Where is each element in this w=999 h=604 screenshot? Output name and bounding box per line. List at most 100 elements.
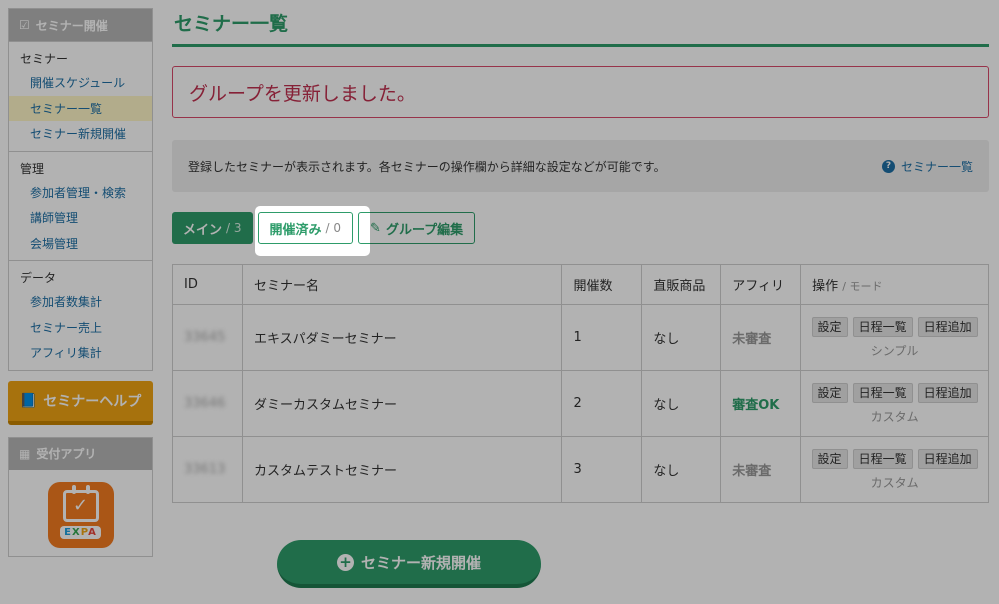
seminar-name-cell: カスタムテストセミナー <box>241 436 563 503</box>
column-header: セミナー名 <box>241 264 563 305</box>
info-bar: 登録したセミナーが表示されます。各セミナーの操作欄から詳細な設定などが可能です。… <box>172 140 989 192</box>
seminar-product-cell: なし <box>641 436 722 503</box>
info-text: 登録したセミナーが表示されます。各セミナーの操作欄から詳細な設定などが可能です。 <box>188 159 666 174</box>
logo-letter: P <box>80 527 89 538</box>
seminar-mode: シンプル <box>870 343 919 358</box>
sidebar-item-venues[interactable]: 会場管理 <box>9 231 152 257</box>
ops-header-label: 操作 <box>812 279 839 294</box>
tab-finished[interactable]: 開催済み / 0 <box>257 212 354 244</box>
seminar-ops-cell: 設定 日程一覧 日程追加 シンプル <box>800 304 989 371</box>
table-row: 33613 カスタムテストセミナー 3 なし 未審査 設定 日程一覧 日程追加 … <box>172 436 989 503</box>
seminar-mode: カスタム <box>870 475 919 490</box>
column-header: 開催数 <box>561 264 643 305</box>
tab-main-label: メイン <box>183 222 223 238</box>
seminar-id-cell: 33613 <box>172 436 243 503</box>
seminar-ops-cell: 設定 日程一覧 日程追加 カスタム <box>800 370 989 437</box>
seminar-count-cell: 1 <box>561 304 643 371</box>
tab-finished-count: / 0 <box>325 221 342 235</box>
sidebar-section-manage: 管理 参加者管理・検索 講師管理 会場管理 <box>9 150 152 261</box>
help-link-label: セミナー一覧 <box>900 159 973 174</box>
pencil-icon: ✎ <box>370 220 381 236</box>
logo-letter: E <box>64 527 72 538</box>
success-alert: グループを更新しました。 <box>172 66 989 118</box>
column-header: アフィリ <box>720 264 802 305</box>
settings-button[interactable]: 設定 <box>811 316 848 337</box>
new-seminar-button[interactable]: + セミナー新規開催 <box>277 540 541 588</box>
ops-buttons: 設定 日程一覧 日程追加 <box>801 448 988 469</box>
column-header: 直販商品 <box>641 264 722 305</box>
sidebar: ☑ セミナー開催 セミナー 開催スケジュール セミナー一覧 セミナー新規開催 管… <box>8 8 153 557</box>
add-schedule-button[interactable]: 日程追加 <box>917 316 978 337</box>
column-header-ops: 操作 / モード <box>800 264 989 305</box>
group-edit-label: グループ編集 <box>385 222 464 238</box>
reception-app-header: ▦ 受付アプリ <box>9 437 152 470</box>
sidebar-item-sales[interactable]: セミナー売上 <box>9 315 152 341</box>
seminar-ops-cell: 設定 日程一覧 日程追加 カスタム <box>800 436 989 503</box>
plus-circle-icon: + <box>336 553 354 571</box>
logo-letter: X <box>71 527 81 538</box>
tab-main-count: / 3 <box>226 221 242 235</box>
tab-finished-label: 開催済み <box>269 222 322 238</box>
table-row: 33646 ダミーカスタムセミナー 2 なし 審査OK 設定 日程一覧 日程追加… <box>172 370 989 437</box>
question-icon: ? <box>881 159 895 173</box>
seminar-affiliate-cell: 未審査 <box>720 436 802 503</box>
calendar-icon: ✓ <box>62 485 99 522</box>
seminar-id: 33646 <box>184 396 226 411</box>
table-header-row: ID セミナー名 開催数 直販商品 アフィリ 操作 / モード <box>172 264 989 305</box>
sidebar-item-affiliate-stats[interactable]: アフィリ集計 <box>9 340 152 366</box>
seminar-count-cell: 3 <box>561 436 643 503</box>
seminar-mode: カスタム <box>870 409 919 424</box>
sidebar-item-schedule[interactable]: 開催スケジュール <box>9 70 152 96</box>
reception-app-box: ▦ 受付アプリ ✓ EXPA <box>8 436 153 557</box>
expa-app-icon[interactable]: ✓ EXPA <box>47 481 114 548</box>
schedule-list-button[interactable]: 日程一覧 <box>852 316 913 337</box>
schedule-list-button[interactable]: 日程一覧 <box>852 382 913 403</box>
sidebar-item-participants[interactable]: 参加者管理・検索 <box>9 180 152 206</box>
seminar-affiliate-cell: 審査OK <box>720 370 802 437</box>
sidebar-group-title: セミナー <box>20 52 69 66</box>
seminar-help-button[interactable]: 📘 セミナーヘルプ <box>8 380 153 425</box>
seminar-affiliate-cell: 未審査 <box>720 304 802 371</box>
add-schedule-button[interactable]: 日程追加 <box>917 448 978 469</box>
seminar-product-cell: なし <box>641 370 722 437</box>
sidebar-item-participant-stats[interactable]: 参加者数集計 <box>9 289 152 315</box>
seminar-name-cell: ダミーカスタムセミナー <box>241 370 563 437</box>
schedule-list-button[interactable]: 日程一覧 <box>852 448 913 469</box>
tab-bar: メイン / 3 開催済み / 0 ✎ グループ編集 <box>172 212 989 244</box>
column-header: ID <box>172 264 243 305</box>
expa-logo: EXPA <box>60 526 101 539</box>
settings-button[interactable]: 設定 <box>811 448 848 469</box>
seminar-id: 33645 <box>184 330 226 345</box>
seminar-id-cell: 33645 <box>172 304 243 371</box>
group-edit-button[interactable]: ✎ グループ編集 <box>358 212 476 244</box>
seminar-menu: ☑ セミナー開催 セミナー 開催スケジュール セミナー一覧 セミナー新規開催 管… <box>8 8 153 371</box>
seminar-list-help-link[interactable]: ? セミナー一覧 <box>881 158 973 175</box>
book-icon: 📘 <box>19 392 38 409</box>
sidebar-item-new-seminar[interactable]: セミナー新規開催 <box>9 121 152 147</box>
grid-icon: ▦ <box>19 446 31 461</box>
main-content: セミナー一覧 グループを更新しました。 登録したセミナーが表示されます。各セミナ… <box>172 0 989 503</box>
settings-button[interactable]: 設定 <box>811 382 848 403</box>
seminar-table: ID セミナー名 開催数 直販商品 アフィリ 操作 / モード 33645 エキ… <box>172 264 989 503</box>
seminar-menu-header: ☑ セミナー開催 <box>9 9 152 41</box>
sidebar-group-title: 管理 <box>20 161 45 176</box>
seminar-menu-title: セミナー開催 <box>35 18 108 33</box>
page: ☑ セミナー開催 セミナー 開催スケジュール セミナー一覧 セミナー新規開催 管… <box>0 0 999 604</box>
seminar-id: 33613 <box>184 462 226 477</box>
page-title: セミナー一覧 <box>172 0 989 47</box>
reception-app-title: 受付アプリ <box>36 447 97 461</box>
add-schedule-button[interactable]: 日程追加 <box>917 382 978 403</box>
sidebar-group-title: データ <box>20 271 57 285</box>
ops-buttons: 設定 日程一覧 日程追加 <box>801 382 988 403</box>
sidebar-section-data: データ 参加者数集計 セミナー売上 アフィリ集計 <box>9 260 152 370</box>
tab-main[interactable]: メイン / 3 <box>172 212 253 244</box>
mode-header-label: / モード <box>842 280 883 293</box>
ops-buttons: 設定 日程一覧 日程追加 <box>801 316 988 337</box>
sidebar-item-seminar-list[interactable]: セミナー一覧 <box>9 95 152 121</box>
calendar-check-icon: ☑ <box>19 18 30 32</box>
seminar-product-cell: なし <box>641 304 722 371</box>
table-row: 33645 エキスパダミーセミナー 1 なし 未審査 設定 日程一覧 日程追加 … <box>172 304 989 371</box>
sidebar-section-seminar: セミナー 開催スケジュール セミナー一覧 セミナー新規開催 <box>9 41 152 151</box>
seminar-help-label: セミナーヘルプ <box>43 393 142 410</box>
sidebar-item-lecturers[interactable]: 講師管理 <box>9 205 152 231</box>
